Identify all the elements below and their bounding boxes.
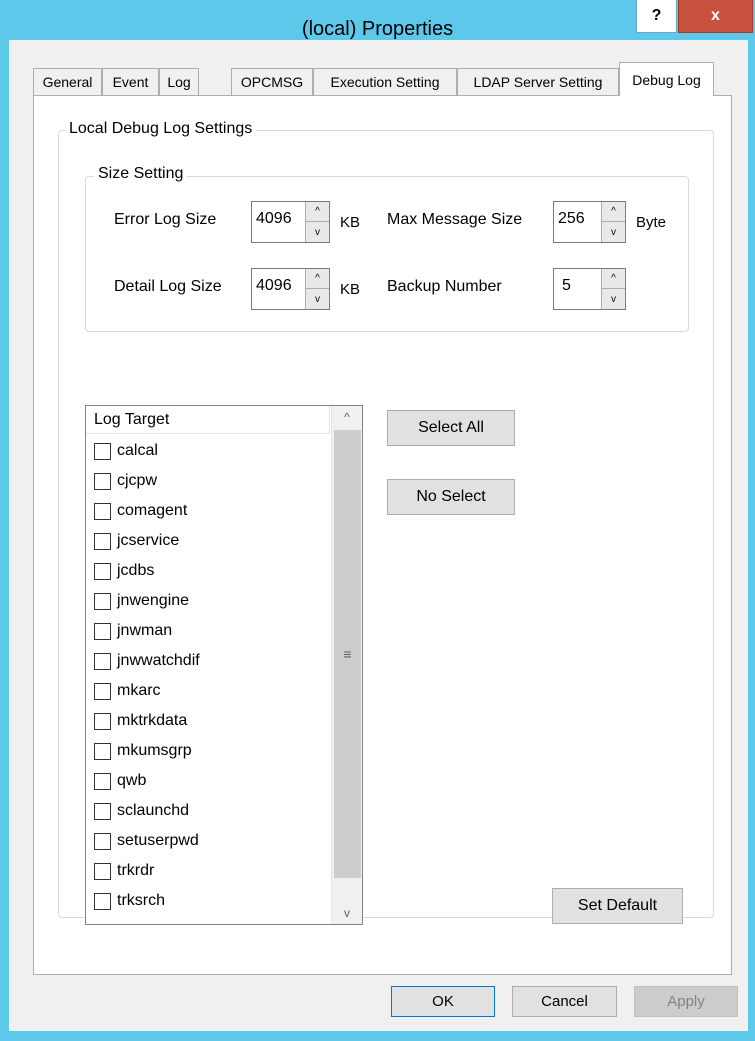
checkbox[interactable] (94, 562, 111, 580)
error-log-size-label: Error Log Size (114, 211, 217, 228)
max-message-size-spinner[interactable]: 256 ^ v (553, 201, 626, 243)
log-target-scrollbar[interactable]: ^ ≡ v (331, 406, 362, 924)
list-item-label: mktrkdata (117, 712, 188, 729)
checkbox[interactable] (94, 502, 111, 520)
error-log-size-unit: KB (340, 214, 361, 231)
tab-event[interactable]: Event (102, 68, 159, 95)
log-target-item-jnwengine[interactable]: jnwengine (94, 586, 189, 616)
scroll-thumb[interactable]: ≡ (334, 430, 361, 878)
list-item-label: jnwwatchdif (117, 652, 200, 669)
checkbox[interactable] (94, 892, 111, 910)
log-target-item-jnwwatchdif[interactable]: jnwwatchdif (94, 646, 200, 676)
checkbox[interactable] (94, 622, 111, 640)
backup-number-label: Backup Number (387, 278, 502, 295)
error-log-size-spinner[interactable]: 4096 ^ v (251, 201, 330, 243)
log-target-item-comagent[interactable]: comagent (94, 496, 187, 526)
list-item-label: trkrdr (117, 862, 155, 879)
list-item-label: jnwengine (117, 592, 190, 609)
error-log-size-value[interactable]: 4096 (256, 210, 292, 228)
detail-log-size-up-icon[interactable]: ^ (306, 269, 329, 289)
max-message-size-label: Max Message Size (387, 211, 523, 228)
local-debug-log-settings-label: Local Debug Log Settings (65, 120, 257, 138)
ok-button[interactable]: OK (391, 986, 495, 1017)
tab-debug-log[interactable]: Debug Log (619, 62, 714, 96)
list-item-label: calcal (117, 442, 158, 459)
list-item-label: cjcpw (117, 472, 158, 489)
log-target-item-jcservice[interactable]: jcservice (94, 526, 179, 556)
log-target-header[interactable]: Log Target (86, 406, 330, 434)
checkbox[interactable] (94, 472, 111, 490)
error-log-size-up-icon[interactable]: ^ (306, 202, 329, 222)
log-target-item-sclaunchd[interactable]: sclaunchd (94, 796, 189, 826)
detail-log-size-spinner[interactable]: 4096 ^ v (251, 268, 330, 310)
log-target-item-cjcpw[interactable]: cjcpw (94, 466, 157, 496)
backup-number-down-icon[interactable]: v (602, 289, 625, 309)
list-item-label: sclaunchd (117, 802, 190, 819)
list-item-label: mkumsgrp (117, 742, 192, 759)
no-select-button[interactable]: No Select (387, 479, 515, 515)
scroll-up-icon[interactable]: ^ (332, 406, 362, 428)
tab-general[interactable]: General (33, 68, 102, 95)
select-all-button[interactable]: Select All (387, 410, 515, 446)
log-target-item-calcal[interactable]: calcal (94, 436, 158, 466)
close-button[interactable]: x (678, 0, 753, 33)
list-item-label: jcservice (117, 532, 180, 549)
log-target-item-jcdbs[interactable]: jcdbs (94, 556, 154, 586)
log-target-item-setuserpwd[interactable]: setuserpwd (94, 826, 199, 856)
error-log-size-down-icon[interactable]: v (306, 222, 329, 242)
checkbox[interactable] (94, 442, 111, 460)
checkbox[interactable] (94, 652, 111, 670)
title-bar[interactable]: (local) Properties ? x (0, 0, 755, 40)
log-target-item-jnwman[interactable]: jnwman (94, 616, 172, 646)
tab-log[interactable]: Log (159, 68, 199, 95)
detail-log-size-value[interactable]: 4096 (256, 277, 292, 295)
checkbox[interactable] (94, 802, 111, 820)
set-default-button[interactable]: Set Default (552, 888, 683, 924)
size-setting-label: Size Setting (94, 165, 188, 183)
list-item-label: mkarc (117, 682, 161, 699)
log-target-item-qwb[interactable]: qwb (94, 766, 146, 796)
backup-number-up-icon[interactable]: ^ (602, 269, 625, 289)
checkbox[interactable] (94, 862, 111, 880)
checkbox[interactable] (94, 742, 111, 760)
scroll-down-icon[interactable]: v (332, 902, 362, 924)
max-message-size-down-icon[interactable]: v (602, 222, 625, 242)
checkbox[interactable] (94, 682, 111, 700)
checkbox[interactable] (94, 592, 111, 610)
cancel-button[interactable]: Cancel (512, 986, 617, 1017)
tab-opcmsg[interactable]: OPCMSG (231, 68, 313, 95)
checkbox[interactable] (94, 772, 111, 790)
checkbox[interactable] (94, 532, 111, 550)
list-item-label: comagent (117, 502, 188, 519)
list-item-label: qwb (117, 772, 147, 789)
log-target-item-trksrch[interactable]: trksrch (94, 886, 165, 916)
list-item-label: jnwman (117, 622, 173, 639)
backup-number-value[interactable]: 5 (562, 277, 571, 295)
list-item-label: jcdbs (117, 562, 155, 579)
scroll-grip-icon: ≡ (343, 646, 352, 662)
checkbox[interactable] (94, 832, 111, 850)
log-target-item-trkrdr[interactable]: trkrdr (94, 856, 154, 886)
log-target-list[interactable]: Log Target calcal cjcpw comagent jcservi… (85, 405, 363, 925)
detail-log-size-down-icon[interactable]: v (306, 289, 329, 309)
log-target-item-mkarc[interactable]: mkarc (94, 676, 161, 706)
help-button[interactable]: ? (636, 0, 677, 33)
apply-button[interactable]: Apply (634, 986, 738, 1017)
tab-ldap-server-setting[interactable]: LDAP Server Setting (457, 68, 619, 95)
max-message-size-up-icon[interactable]: ^ (602, 202, 625, 222)
log-target-item-mkumsgrp[interactable]: mkumsgrp (94, 736, 192, 766)
debug-log-panel: Local Debug Log Settings Size Setting Er… (33, 95, 732, 975)
detail-log-size-unit: KB (340, 281, 361, 298)
backup-number-spinner[interactable]: 5 ^ v (553, 268, 626, 310)
list-item-label: trksrch (117, 892, 165, 909)
max-message-size-unit: Byte (636, 214, 667, 231)
checkbox[interactable] (94, 712, 111, 730)
dialog-client: General Event Log OPCMSG Execution Setti… (9, 40, 748, 1031)
list-item-label: setuserpwd (117, 832, 199, 849)
properties-window: (local) Properties ? x General Event Log… (0, 0, 755, 1041)
max-message-size-value[interactable]: 256 (558, 210, 585, 228)
tab-execution-setting[interactable]: Execution Setting (313, 68, 457, 95)
log-target-item-mktrkdata[interactable]: mktrkdata (94, 706, 187, 736)
detail-log-size-label: Detail Log Size (114, 278, 222, 295)
